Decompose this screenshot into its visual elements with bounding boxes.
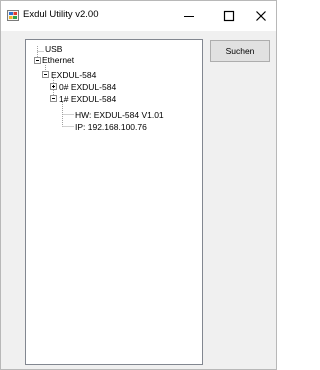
tree-node-hw[interactable]: HW: EXDUL-584 V1.01: [75, 110, 164, 120]
tree-node-ethernet[interactable]: Ethernet: [42, 55, 74, 65]
device-tree[interactable]: USB Ethernet EXDUL-584 0# EXDUL-584 1# E…: [25, 39, 203, 365]
close-button[interactable]: [241, 1, 281, 31]
expand-toggle-device-0[interactable]: [50, 83, 57, 90]
maximize-icon: [223, 10, 235, 22]
minimize-icon: [184, 16, 194, 17]
close-icon: [256, 11, 266, 21]
tree-node-device-1[interactable]: 1# EXDUL-584: [59, 94, 116, 104]
tree-node-ip[interactable]: IP: 192.168.100.76: [75, 122, 147, 132]
tree-node-exdul[interactable]: EXDUL-584: [51, 70, 96, 80]
title-bar[interactable]: Exdul Utility v2.00: [1, 1, 276, 31]
app-icon: [7, 10, 19, 21]
tree-node-usb[interactable]: USB: [45, 44, 62, 54]
search-button[interactable]: Suchen: [210, 40, 270, 62]
collapse-toggle-device-1[interactable]: [50, 95, 57, 102]
collapse-toggle-ethernet[interactable]: [34, 57, 41, 64]
app-window: Exdul Utility v2.00 USB Ethernet EXDUL-5…: [0, 0, 277, 370]
tree-node-device-0[interactable]: 0# EXDUL-584: [59, 82, 116, 92]
collapse-toggle-exdul[interactable]: [42, 71, 49, 78]
window-title: Exdul Utility v2.00: [23, 9, 99, 20]
minimize-button[interactable]: [169, 1, 209, 31]
